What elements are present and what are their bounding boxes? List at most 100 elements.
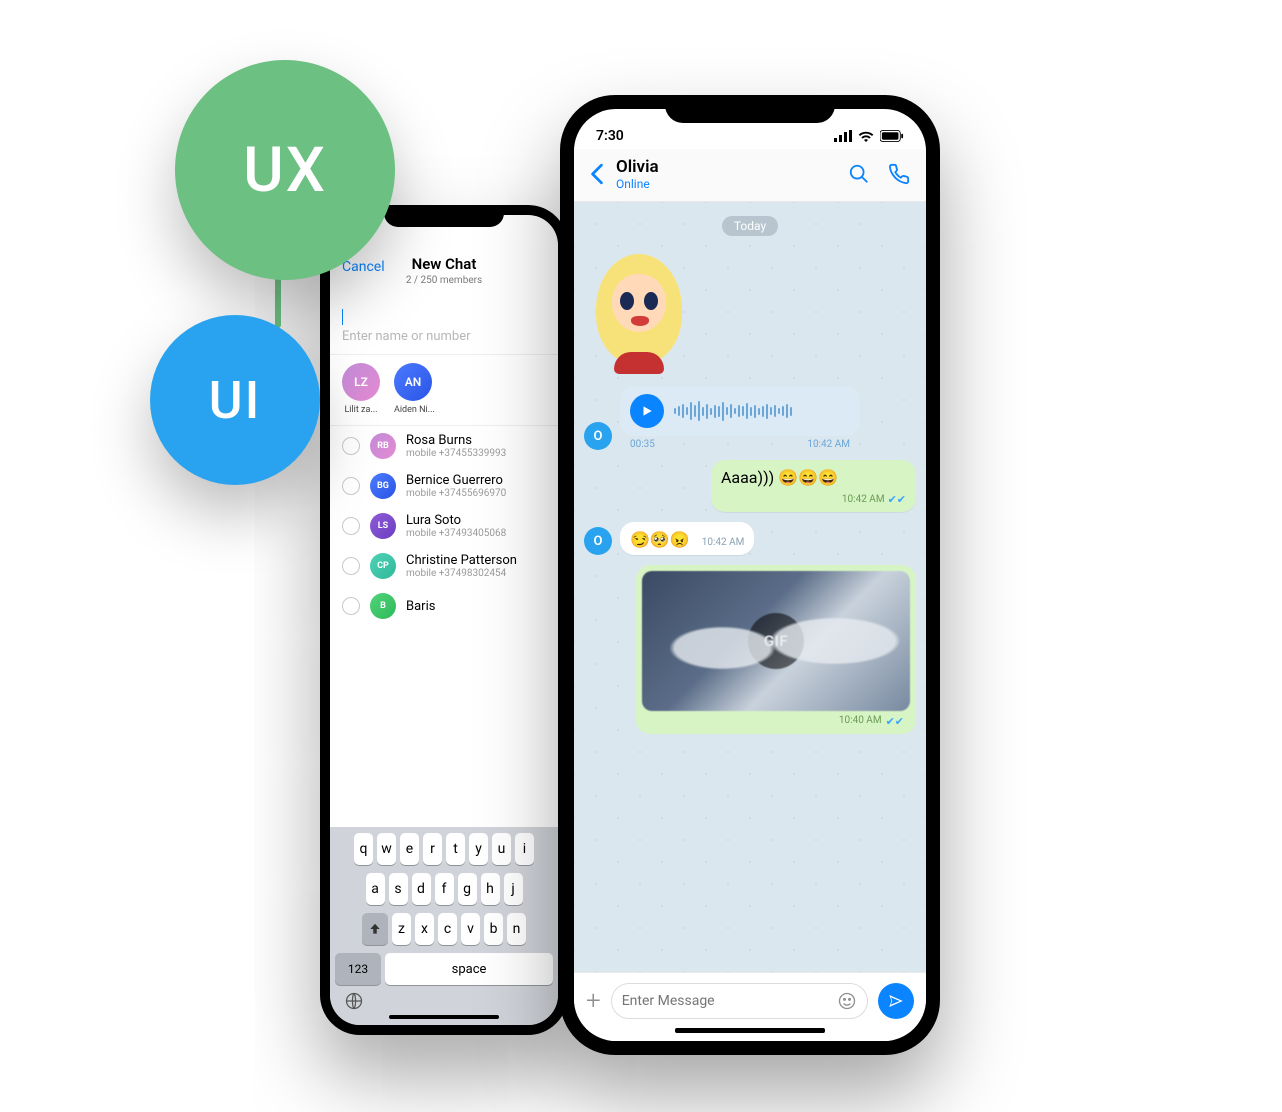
globe-icon[interactable]: [344, 991, 364, 1011]
contact-phone: mobile +37455339993: [406, 448, 546, 459]
contact-phone: mobile +37498302454: [406, 568, 546, 579]
contact-phone: mobile +37493405068: [406, 528, 546, 539]
notch: [384, 205, 504, 227]
key[interactable]: e: [400, 833, 419, 865]
key[interactable]: z: [392, 913, 411, 945]
waveform[interactable]: [674, 398, 850, 424]
contact-name: Lura Soto: [406, 513, 546, 528]
battery-icon: [880, 130, 904, 142]
message-field[interactable]: [611, 983, 868, 1019]
key[interactable]: s: [389, 873, 408, 905]
search-icon[interactable]: [848, 163, 870, 185]
key[interactable]: j: [504, 873, 523, 905]
key[interactable]: a: [366, 873, 385, 905]
message-sticker: [584, 246, 916, 376]
gif-thumbnail[interactable]: GIF: [642, 571, 910, 711]
notch: [665, 95, 835, 123]
key[interactable]: d: [412, 873, 431, 905]
message-voice: O 00:35 10:42 AM: [584, 386, 916, 450]
gif-badge: GIF: [748, 613, 804, 669]
message-gif: GIF 10:40 AM ✔✔: [584, 565, 916, 734]
emoji-group: 😄😄😄: [778, 468, 838, 487]
key[interactable]: t: [446, 833, 465, 865]
list-item[interactable]: B Baris: [330, 586, 558, 626]
search-row[interactable]: [330, 296, 558, 355]
home-indicator[interactable]: [675, 1028, 825, 1033]
chat-body[interactable]: Today O: [574, 202, 926, 972]
timestamp: 10:42 AM: [702, 537, 745, 548]
key[interactable]: r: [423, 833, 442, 865]
read-checks-icon: ✔✔: [886, 715, 904, 728]
key[interactable]: u: [492, 833, 511, 865]
radio[interactable]: [342, 557, 360, 575]
message-text: Aaaa))): [721, 468, 778, 487]
key[interactable]: c: [438, 913, 457, 945]
avatar: LZ: [342, 363, 380, 401]
key[interactable]: g: [458, 873, 477, 905]
keyboard[interactable]: q w e r t y u i a s d f g h j: [330, 827, 558, 1025]
radio[interactable]: [342, 597, 360, 615]
key[interactable]: w: [377, 833, 396, 865]
chip-label: Lilit za...: [342, 405, 380, 415]
key[interactable]: i: [515, 833, 534, 865]
avatar: RB: [370, 433, 396, 459]
contact-name: Christine Patterson: [406, 553, 546, 568]
contact-phone: mobile +37455696970: [406, 488, 546, 499]
call-icon[interactable]: [888, 163, 910, 185]
play-button[interactable]: [630, 394, 664, 428]
status-time: 7:30: [596, 128, 624, 144]
ui-badge: UI: [150, 315, 320, 485]
key[interactable]: v: [461, 913, 480, 945]
timestamp: 10:42 AM: [842, 494, 885, 505]
chat-title[interactable]: Olivia: [616, 157, 836, 177]
bubble[interactable]: 😏🥺😠 10:42 AM: [620, 522, 754, 555]
sticker-image[interactable]: [584, 246, 694, 376]
cancel-button[interactable]: Cancel: [342, 259, 385, 275]
space-key[interactable]: space: [385, 953, 553, 985]
search-input[interactable]: [342, 329, 546, 344]
numbers-key[interactable]: 123: [335, 953, 381, 985]
timestamp: 10:40 AM: [839, 715, 882, 728]
avatar[interactable]: O: [584, 422, 612, 450]
back-button[interactable]: [590, 163, 604, 185]
selected-chip[interactable]: AN Aiden Ni...: [394, 363, 435, 415]
message-input[interactable]: [622, 993, 829, 1009]
voice-bubble[interactable]: [620, 386, 860, 436]
read-checks-icon: ✔✔: [888, 493, 906, 506]
contact-name: Rosa Burns: [406, 433, 546, 448]
chat-status: Online: [616, 177, 836, 191]
list-item[interactable]: RB Rosa Burns mobile +37455339993: [330, 426, 558, 466]
attach-button[interactable]: +: [586, 986, 601, 1016]
signal-icon: [834, 130, 852, 142]
selected-contacts: LZ Lilit za... AN Aiden Ni...: [330, 355, 558, 426]
key[interactable]: f: [435, 873, 454, 905]
radio[interactable]: [342, 517, 360, 535]
avatar: LS: [370, 513, 396, 539]
radio[interactable]: [342, 477, 360, 495]
message-in: O 😏🥺😠 10:42 AM: [584, 522, 916, 555]
key[interactable]: n: [507, 913, 526, 945]
avatar[interactable]: O: [584, 527, 612, 555]
key[interactable]: q: [354, 833, 373, 865]
key[interactable]: b: [484, 913, 503, 945]
key[interactable]: y: [469, 833, 488, 865]
selected-chip[interactable]: LZ Lilit za...: [342, 363, 380, 415]
message-out: Aaaa))) 😄😄😄 10:42 AM✔✔: [584, 460, 916, 512]
ux-badge: UX: [175, 60, 395, 280]
list-item[interactable]: BG Bernice Guerrero mobile +37455696970: [330, 466, 558, 506]
home-indicator[interactable]: [389, 1015, 499, 1019]
gif-bubble[interactable]: GIF 10:40 AM ✔✔: [636, 565, 916, 734]
radio[interactable]: [342, 437, 360, 455]
key[interactable]: x: [415, 913, 434, 945]
voice-duration: 00:35: [630, 439, 655, 450]
wifi-icon: [858, 130, 874, 142]
avatar: B: [370, 593, 396, 619]
emoji-picker-icon[interactable]: [837, 991, 857, 1011]
bubble[interactable]: Aaaa))) 😄😄😄 10:42 AM✔✔: [711, 460, 916, 512]
send-button[interactable]: [878, 983, 914, 1019]
list-item[interactable]: CP Christine Patterson mobile +374983024…: [330, 546, 558, 586]
shift-key[interactable]: [362, 913, 388, 945]
contact-list[interactable]: RB Rosa Burns mobile +37455339993 BG Ber…: [330, 426, 558, 827]
key[interactable]: h: [481, 873, 500, 905]
list-item[interactable]: LS Lura Soto mobile +37493405068: [330, 506, 558, 546]
